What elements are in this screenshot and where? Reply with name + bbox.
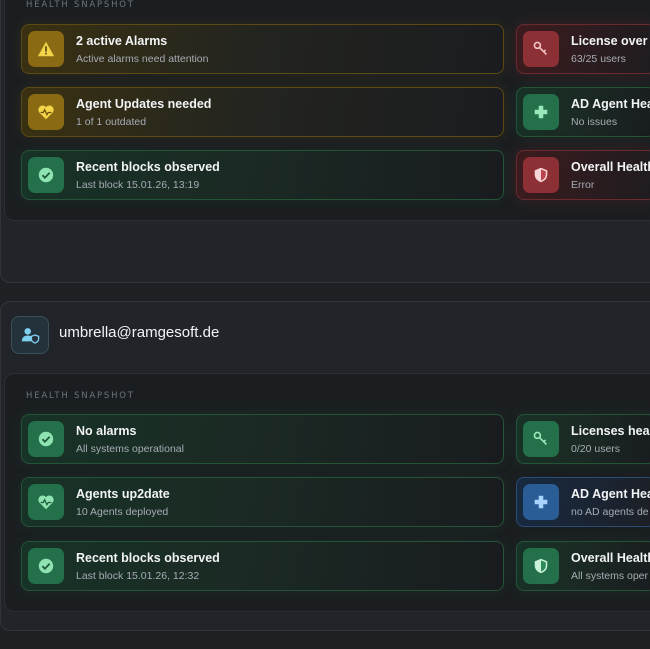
- heartbeat-icon: [28, 484, 64, 520]
- check-circle-icon: [28, 548, 64, 584]
- licenses-health-card[interactable]: Licenses healt 0/20 users: [516, 414, 650, 464]
- check-circle-icon: [28, 421, 64, 457]
- card-subtitle: All systems operational: [76, 443, 184, 455]
- card-subtitle: Error: [571, 179, 595, 191]
- card-subtitle: Active alarms need attention: [76, 53, 209, 65]
- card-subtitle: no AD agents de: [571, 506, 649, 518]
- license-key-icon: [523, 421, 559, 457]
- card-title: Agent Updates needed: [76, 97, 212, 111]
- heartbeat-icon: [28, 94, 64, 130]
- account-name: umbrella@ramgesoft.de: [59, 324, 220, 341]
- shield-icon: [523, 548, 559, 584]
- card-title: Agents up2date: [76, 487, 170, 501]
- recent-blocks-card[interactable]: Recent blocks observed Last block 15.01.…: [21, 541, 504, 591]
- card-subtitle: Last block 15.01.26, 12:32: [76, 570, 200, 582]
- card-title: 2 active Alarms: [76, 34, 168, 48]
- card-title: AD Agent Hea: [571, 487, 650, 501]
- card-title: Licenses healt: [571, 424, 650, 438]
- account-header[interactable]: umbrella@ramgesoft.de: [0, 301, 650, 363]
- card-subtitle: 10 Agents deployed: [76, 506, 169, 518]
- card-subtitle: All systems oper: [571, 570, 649, 582]
- ad-agent-health-card[interactable]: AD Agent Hea No issues: [516, 87, 650, 137]
- snapshot-title: HEALTH SNAPSHOT: [26, 391, 135, 401]
- license-card[interactable]: License over c 63/25 users: [516, 24, 650, 74]
- card-title: Overall Health: [571, 160, 650, 174]
- alarms-card[interactable]: 2 active Alarms Active alarms need atten…: [21, 24, 504, 74]
- agents-up2date-card[interactable]: Agents up2date 10 Agents deployed: [21, 477, 504, 527]
- card-title: No alarms: [76, 424, 137, 438]
- user-shield-icon: [11, 316, 49, 354]
- check-circle-icon: [28, 157, 64, 193]
- license-key-icon: [523, 31, 559, 67]
- card-subtitle: 63/25 users: [571, 53, 626, 65]
- card-subtitle: Last block 15.01.26, 13:19: [76, 179, 200, 191]
- card-subtitle: 1 of 1 outdated: [76, 116, 147, 128]
- medical-cross-icon: [523, 94, 559, 130]
- warning-triangle-icon: [28, 31, 64, 67]
- snapshot-title: HEALTH SNAPSHOT: [26, 0, 135, 10]
- card-title: AD Agent Hea: [571, 97, 650, 111]
- no-alarms-card[interactable]: No alarms All systems operational: [21, 414, 504, 464]
- card-title: Recent blocks observed: [76, 551, 220, 565]
- shield-icon: [523, 157, 559, 193]
- medical-cross-icon: [523, 484, 559, 520]
- card-title: License over c: [571, 34, 650, 48]
- agent-updates-card[interactable]: Agent Updates needed 1 of 1 outdated: [21, 87, 504, 137]
- card-subtitle: No issues: [571, 116, 618, 128]
- ad-agent-health-card[interactable]: AD Agent Hea no AD agents de: [516, 477, 650, 527]
- card-subtitle: 0/20 users: [571, 443, 621, 455]
- card-title: Recent blocks observed: [76, 160, 220, 174]
- card-title: Overall Health: [571, 551, 650, 565]
- recent-blocks-card[interactable]: Recent blocks observed Last block 15.01.…: [21, 150, 504, 200]
- overall-health-card[interactable]: Overall Health Error: [516, 150, 650, 200]
- overall-health-card[interactable]: Overall Health All systems oper: [516, 541, 650, 591]
